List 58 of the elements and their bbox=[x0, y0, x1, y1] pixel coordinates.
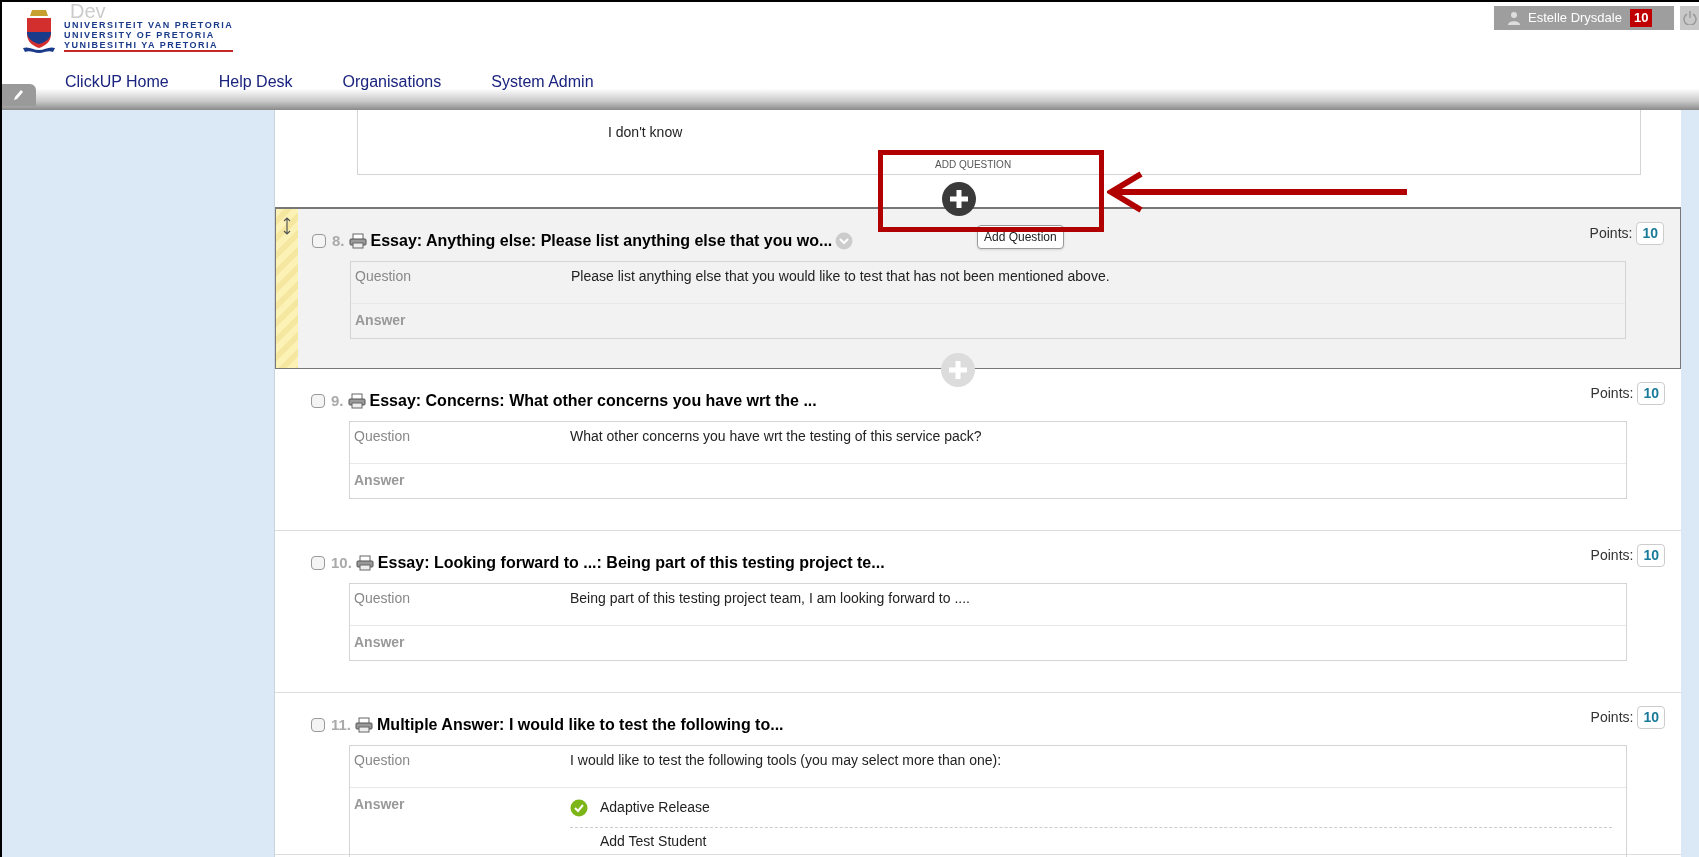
user-icon bbox=[1508, 11, 1520, 25]
logo-text: UNIVERSITEIT VAN PRETORIA bbox=[64, 20, 234, 30]
answer-option: Adaptive Release bbox=[600, 797, 710, 818]
vertical-arrows-icon bbox=[283, 217, 291, 235]
crest-logo-icon bbox=[22, 8, 56, 54]
question-title[interactable]: Multiple Answer: I would like to test the following to... bbox=[377, 713, 784, 737]
chevron-down-icon[interactable] bbox=[835, 232, 854, 250]
logo-text: YUNIBESITHI YA PRETORIA bbox=[64, 40, 220, 50]
question-number: 8. bbox=[332, 230, 345, 251]
power-button[interactable] bbox=[1680, 6, 1699, 30]
question-number: 10. bbox=[331, 552, 352, 573]
question-label: Question bbox=[353, 589, 412, 608]
question-number: 11. bbox=[331, 714, 352, 735]
printer-icon bbox=[355, 717, 374, 733]
nav-link[interactable]: Organisations bbox=[342, 70, 442, 94]
points-label: Points: bbox=[1590, 707, 1634, 727]
points-field[interactable]: 10 bbox=[1637, 543, 1665, 567]
checkmark-icon bbox=[570, 798, 588, 817]
points-label: Points: bbox=[1590, 383, 1634, 403]
question-text: What other concerns you have wrt the testing of this service pack? bbox=[570, 427, 982, 446]
question-label: Question bbox=[353, 427, 412, 446]
nav-link[interactable]: ClickUP Home bbox=[65, 70, 169, 94]
question-title[interactable]: Essay: Looking forward to ...: Being part of this testing project te... bbox=[377, 551, 885, 575]
notification-badge: 10 bbox=[1629, 9, 1653, 27]
answer-label: Answer bbox=[354, 311, 407, 330]
points-label: Points: bbox=[1589, 223, 1633, 243]
question-checkbox[interactable] bbox=[311, 718, 325, 732]
question-checkbox[interactable] bbox=[312, 234, 326, 248]
question-checkbox[interactable] bbox=[311, 394, 325, 408]
question-title[interactable]: Essay: Concerns: What other concerns you have wrt the ... bbox=[369, 389, 817, 413]
points-label: Points: bbox=[1590, 545, 1634, 565]
drag-handle[interactable] bbox=[276, 209, 298, 368]
answer-label: Answer bbox=[353, 795, 406, 814]
answer-label: Answer bbox=[353, 471, 406, 490]
nav-link[interactable]: System Admin bbox=[491, 70, 594, 94]
user-menu[interactable]: Estelle Drysdale 10 bbox=[1494, 6, 1674, 30]
question-text: I would like to test the following tools (you may select more than one): bbox=[570, 751, 1002, 770]
question-label: Question bbox=[353, 751, 412, 770]
question-title[interactable]: Essay: Anything else: Please list anything else that you wo... bbox=[370, 229, 833, 253]
answer-option: Add Test Student bbox=[600, 831, 707, 852]
user-name: Estelle Drysdale bbox=[1528, 9, 1622, 28]
power-icon bbox=[1683, 11, 1697, 25]
pencil-icon bbox=[14, 89, 24, 101]
question-label: Question bbox=[354, 267, 413, 286]
nav-link[interactable]: Help Desk bbox=[218, 70, 293, 94]
printer-icon bbox=[348, 233, 367, 249]
question-checkbox[interactable] bbox=[311, 556, 325, 570]
points-field[interactable]: 10 bbox=[1637, 705, 1665, 729]
printer-icon bbox=[355, 555, 374, 571]
question-text: Being part of this testing project team, I am looking forward to .... bbox=[570, 589, 970, 608]
logo-text: UNIVERSITY OF PRETORIA bbox=[64, 30, 216, 40]
question-number: 9. bbox=[331, 390, 344, 411]
printer-icon bbox=[347, 393, 366, 409]
answer-label: Answer bbox=[353, 633, 406, 652]
question-text: Please list anything else that you would like to test that has not been mentioned above. bbox=[571, 267, 1110, 286]
points-field[interactable]: 10 bbox=[1637, 381, 1665, 405]
points-field[interactable]: 10 bbox=[1636, 221, 1664, 245]
edit-tab[interactable] bbox=[2, 84, 36, 106]
